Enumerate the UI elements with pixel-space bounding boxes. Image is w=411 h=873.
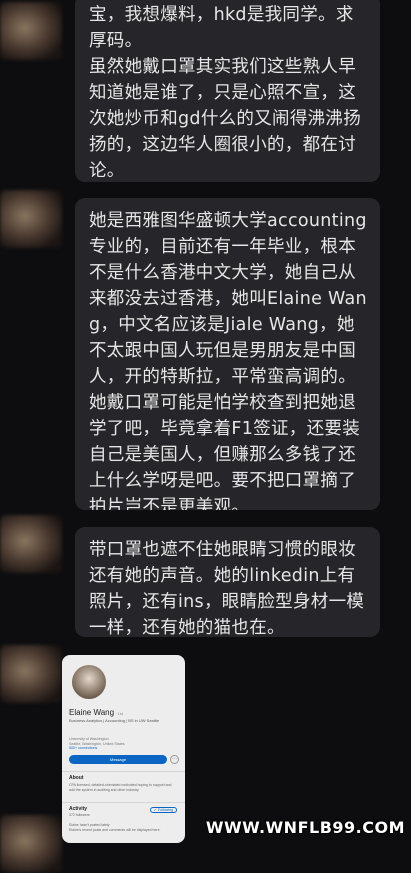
profile-headline: Business Analytics | Accounting | BS in … — [69, 718, 160, 723]
sender-avatar[interactable] — [0, 515, 62, 573]
profile-name: Elaine Wang — [69, 708, 115, 717]
message-button[interactable]: Message — [69, 755, 167, 764]
activity-text: Elaine hasn't posted lately Elaine's rec… — [69, 823, 161, 832]
watermark-text: WWW.WNFLB99.COM — [205, 818, 405, 837]
message-text: 她是西雅图华盛顿大学accounting专业的，目前还有一年毕业，根本不是什么香… — [89, 211, 367, 510]
sender-avatar[interactable] — [0, 190, 62, 248]
sender-avatar[interactable] — [0, 815, 62, 873]
activity-heading: Activity — [69, 806, 88, 812]
sender-avatar[interactable] — [0, 645, 62, 703]
connections-count: 500+ connections — [69, 746, 98, 750]
divider — [62, 802, 185, 803]
following-button[interactable]: ✓ Following — [149, 807, 177, 813]
divider — [62, 771, 185, 772]
message-text: 带口罩也遮不住她眼睛习惯的眼妆还有她的声音。她的linkedin上有照片，还有i… — [89, 540, 365, 637]
profile-location: University of Washington Seattle, Washin… — [69, 737, 125, 750]
message-bubble[interactable]: 宝，我想爆料，hkd是我同学。求厚码。 虽然她戴口罩其实我们这些熟人早知道她是谁… — [75, 0, 380, 182]
about-text: CPA licensed, detailed-orientated motiva… — [69, 783, 172, 792]
activity-followers: 372 followers — [69, 813, 90, 817]
connection-degree: ·1st — [116, 711, 123, 716]
message-text: 宝，我想爆料，hkd是我同学。求厚码。 虽然她戴口罩其实我们这些熟人早知道她是谁… — [89, 5, 362, 181]
sender-avatar[interactable] — [0, 2, 62, 60]
profile-photo — [72, 665, 106, 699]
about-heading: About — [69, 775, 84, 781]
message-bubble[interactable]: 她是西雅图华盛顿大学accounting专业的，目前还有一年毕业，根本不是什么香… — [75, 198, 380, 510]
more-options-button[interactable]: ··· — [170, 755, 179, 764]
linkedin-screenshot-image[interactable]: Elaine Wang ·1st Business Analytics | Ac… — [62, 655, 185, 843]
message-bubble[interactable]: 带口罩也遮不住她眼睛习惯的眼妆还有她的声音。她的linkedin上有照片，还有i… — [75, 527, 380, 637]
